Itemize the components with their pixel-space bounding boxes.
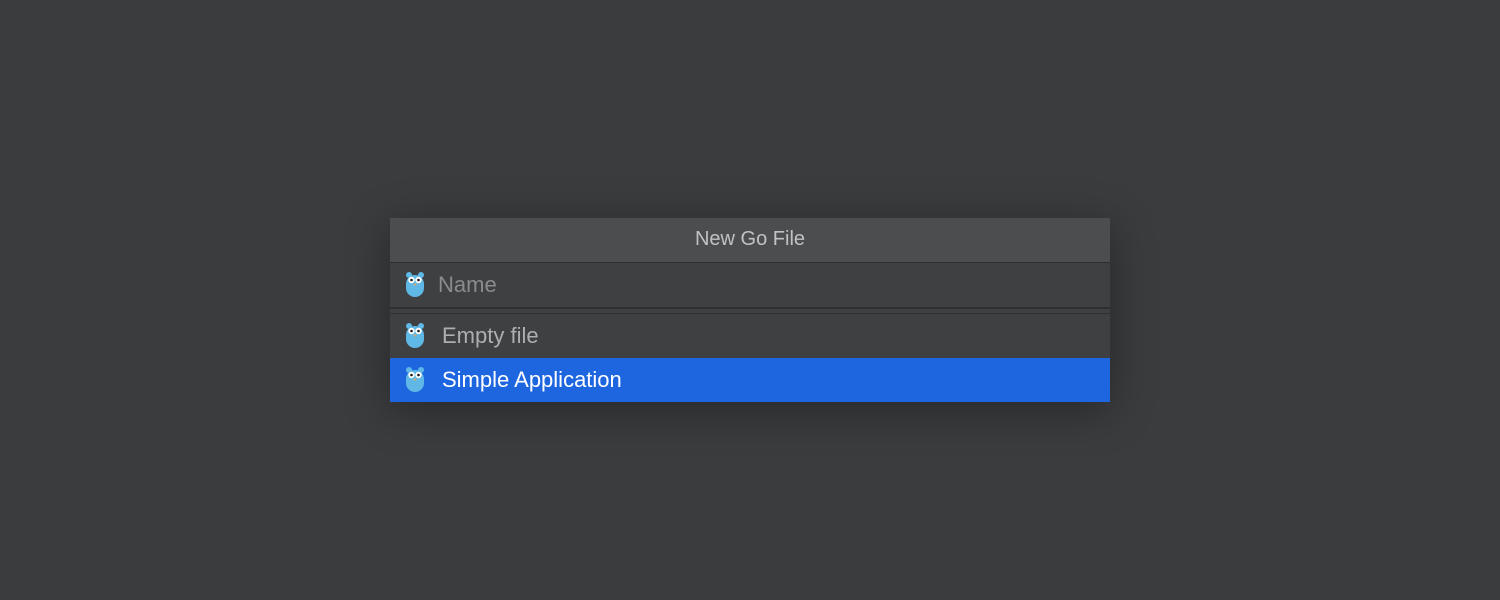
gopher-icon [404, 366, 426, 394]
name-input-row [390, 263, 1110, 308]
option-simple-application[interactable]: Simple Application [390, 358, 1110, 402]
gopher-icon [404, 322, 426, 350]
gopher-icon [404, 271, 426, 299]
new-file-dialog: New Go File [390, 218, 1110, 402]
option-empty-file[interactable]: Empty file [390, 314, 1110, 358]
name-input[interactable] [438, 272, 1096, 298]
option-label: Simple Application [442, 367, 622, 393]
option-label: Empty file [442, 323, 539, 349]
dialog-title: New Go File [390, 218, 1110, 263]
